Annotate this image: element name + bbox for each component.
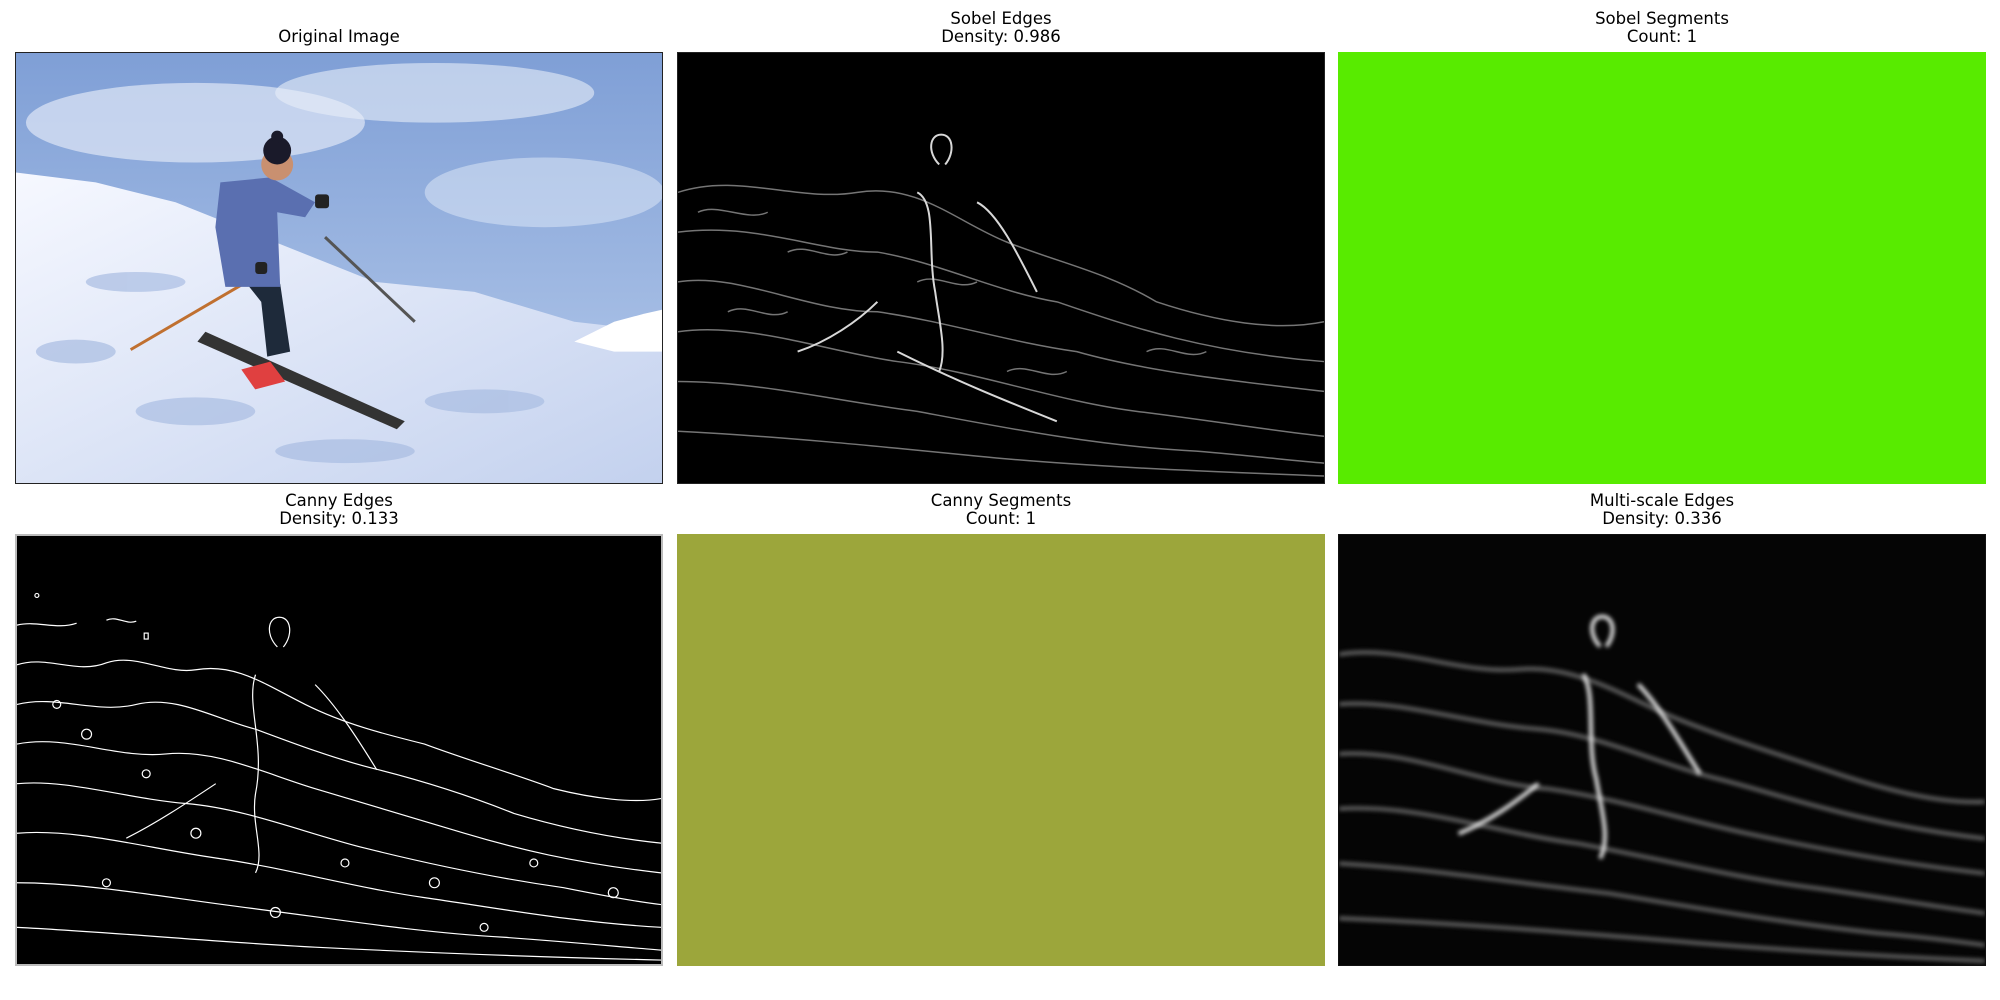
panel-original-image: Original Image — [15, 28, 663, 484]
canny-edges-image — [15, 534, 663, 966]
panel-title: Sobel Edges — [950, 9, 1052, 28]
panel-subtitle: Density: 0.336 — [1602, 509, 1722, 528]
sobel-edges-image — [677, 52, 1325, 484]
panel-subtitle: Count: 1 — [965, 509, 1037, 528]
multiscale-edge-map — [1339, 535, 1985, 965]
original-image — [15, 52, 663, 484]
canny-segments-image — [677, 534, 1325, 966]
panel-sobel-edges: Sobel Edges Density: 0.986 — [677, 10, 1325, 484]
panel-title: Sobel Segments — [1595, 9, 1729, 28]
panel-title: Canny Segments — [930, 491, 1072, 510]
panel-multiscale-edges: Multi-scale Edges Density: 0.336 — [1338, 492, 1986, 966]
panel-canny-segments: Canny Segments Count: 1 — [677, 492, 1325, 966]
panel-subtitle: Density: 0.133 — [279, 509, 399, 528]
ski-photo — [16, 53, 662, 483]
panel-title: Original Image — [278, 27, 400, 46]
panel-subtitle: Count: 1 — [1626, 27, 1698, 46]
panel-title: Multi-scale Edges — [1589, 491, 1735, 510]
panel-sobel-segments: Sobel Segments Count: 1 — [1338, 10, 1986, 484]
sobel-segments-image — [1338, 52, 1986, 484]
multiscale-edges-image — [1338, 534, 1986, 966]
canny-edge-map — [17, 592, 661, 961]
panel-title: Canny Edges — [285, 491, 393, 510]
sobel-edge-map — [678, 133, 1324, 477]
panel-canny-edges: Canny Edges Density: 0.133 — [15, 492, 663, 966]
panel-subtitle: Density: 0.986 — [941, 27, 1061, 46]
